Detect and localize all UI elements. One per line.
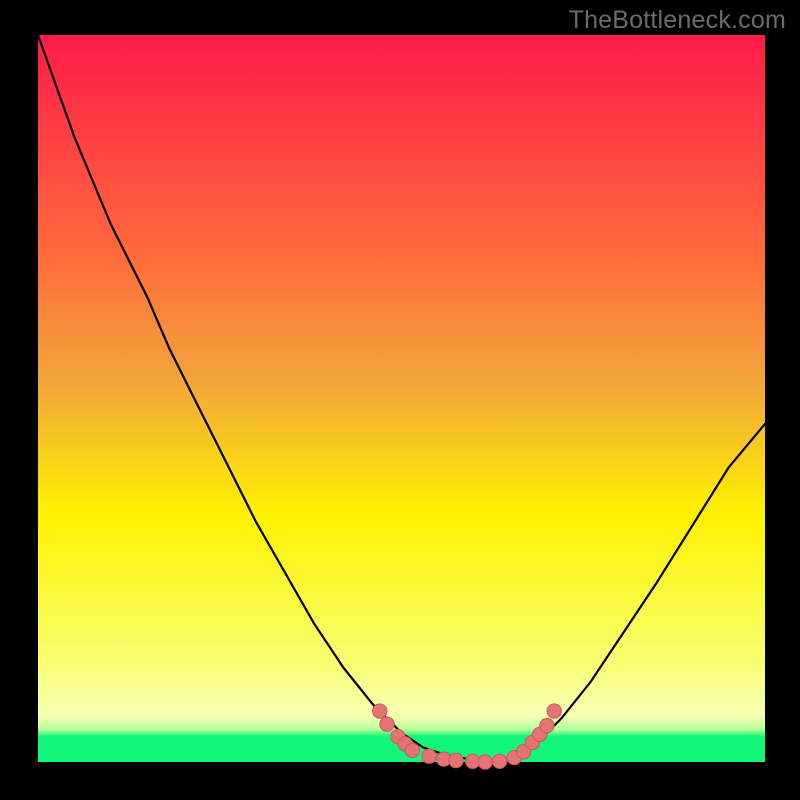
watermark-text: TheBottleneck.com — [569, 6, 786, 35]
curve-marker — [492, 754, 506, 768]
curve-marker — [405, 743, 419, 757]
curve-marker — [422, 749, 436, 763]
bottleneck-curve-chart — [0, 0, 800, 800]
curve-marker — [373, 704, 387, 718]
curve-marker — [380, 717, 394, 731]
curve-marker — [449, 753, 463, 767]
curve-marker — [547, 704, 561, 718]
chart-frame: TheBottleneck.com — [0, 0, 800, 800]
curve-marker — [478, 755, 492, 769]
curve-marker — [540, 718, 554, 732]
